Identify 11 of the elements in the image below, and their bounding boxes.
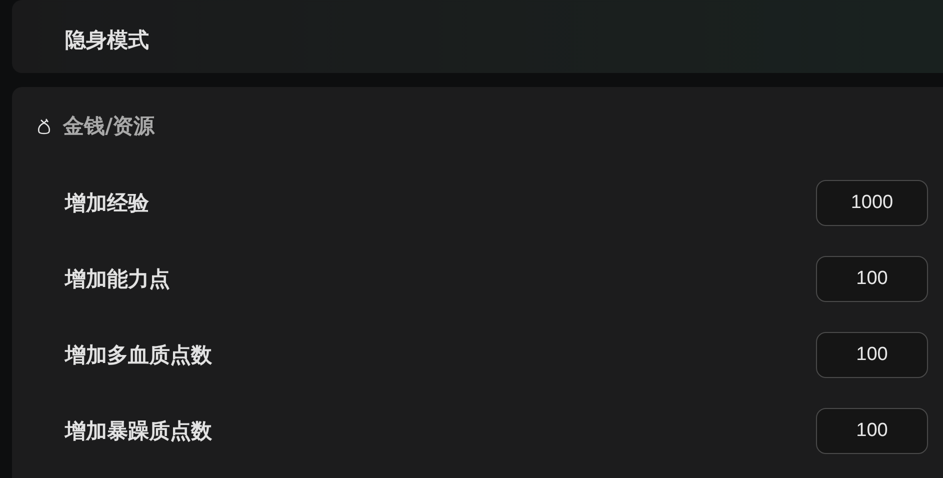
money-bag-icon	[37, 117, 51, 135]
number-input[interactable]: 100	[816, 256, 928, 302]
setting-label: 增加多血质点数	[65, 342, 212, 369]
number-input[interactable]: 1000	[816, 180, 928, 226]
number-input[interactable]: 100	[816, 408, 928, 454]
setting-label: 增加经验	[65, 190, 149, 217]
setting-label: 增加能力点	[65, 266, 170, 293]
number-input[interactable]: 100	[816, 332, 928, 378]
setting-label: 增加暴躁质点数	[65, 418, 212, 445]
setting-label: 隐身模式	[65, 26, 149, 54]
section-title: 金钱/资源	[63, 113, 155, 140]
